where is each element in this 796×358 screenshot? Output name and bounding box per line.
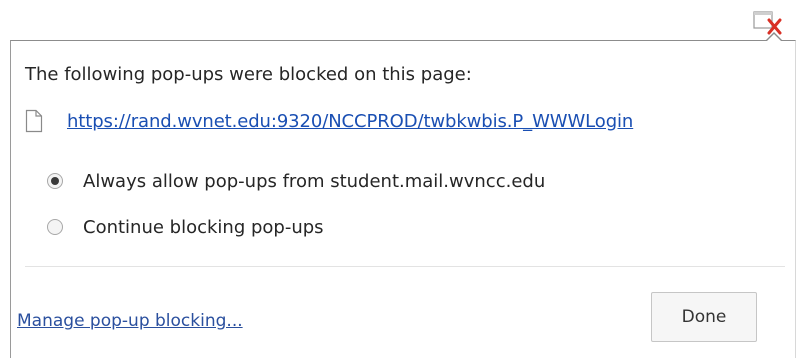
page-icon: [25, 109, 43, 133]
blocked-popup-link[interactable]: https://rand.wvnet.edu:9320/NCCPROD/twbk…: [67, 111, 633, 132]
popup-blocked-bubble-screen: The following pop-ups were blocked on th…: [0, 0, 796, 358]
bubble-pointer-fill: [766, 34, 782, 42]
dialog-divider: [25, 266, 785, 267]
always-allow-radio[interactable]: [47, 173, 63, 189]
always-allow-label: Always allow pop-ups from student.mail.w…: [83, 170, 546, 192]
always-allow-option[interactable]: Always allow pop-ups from student.mail.w…: [47, 167, 545, 195]
blocked-popup-item: https://rand.wvnet.edu:9320/NCCPROD/twbk…: [25, 107, 633, 135]
manage-popup-blocking-link[interactable]: Manage pop-up blocking...: [17, 311, 243, 331]
popup-blocked-dialog: The following pop-ups were blocked on th…: [10, 40, 796, 358]
done-button[interactable]: Done: [651, 292, 757, 342]
continue-blocking-label: Continue blocking pop-ups: [83, 216, 324, 238]
continue-blocking-option[interactable]: Continue blocking pop-ups: [47, 213, 324, 241]
dialog-heading: The following pop-ups were blocked on th…: [25, 64, 472, 85]
continue-blocking-radio[interactable]: [47, 219, 63, 235]
